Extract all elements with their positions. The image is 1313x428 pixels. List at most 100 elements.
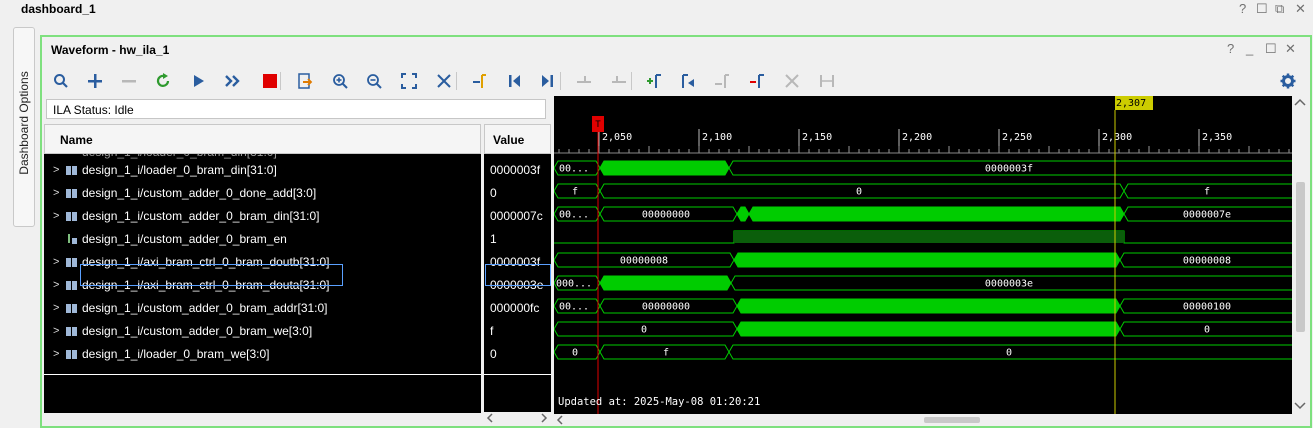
signal-name: design_1_i/custom_adder_0_bram_we[3:0] [82,324,313,338]
toolbar-separator [631,72,632,90]
close-icon[interactable]: ✕ [1295,1,1306,17]
panel-minimize-icon[interactable]: _ [1246,41,1253,56]
cursor-label: 2,307 [1116,98,1146,109]
expand-chevron-icon[interactable]: > [53,274,59,297]
bus-signal-icon [66,304,77,313]
waveform-canvas[interactable]: 2,050 2,100 2,150 2,200 2,250 2,300 2,350 00..… [554,96,1292,414]
ruler-tick-label: 2,300 [1102,132,1132,143]
toolbar-separator [280,72,281,90]
value-hscrollbar[interactable] [484,412,551,424]
search-icon[interactable] [49,69,73,93]
run-trigger-icon[interactable] [186,69,210,93]
signal-value[interactable]: 000000fc [490,297,539,320]
signal-name-row[interactable]: > design_1_i/custom_adder_0_bram_addr[31:… [44,297,481,320]
marker-range-icon[interactable] [815,69,839,93]
expand-chevron-icon[interactable]: > [53,297,59,320]
name-list-empty-area [44,374,481,413]
bus-signal-icon [66,327,77,336]
bit-high-fill [734,231,1124,243]
expand-chevron-icon[interactable]: > [53,182,59,205]
remove-icon[interactable] [117,69,141,93]
signal-value[interactable]: 0 [490,182,497,205]
stop-icon[interactable] [258,69,282,93]
signal-value[interactable]: f [490,320,493,343]
signal-value[interactable]: 0000003f [490,159,540,182]
expand-chevron-icon[interactable]: > [53,320,59,343]
wave-value-label: 0 [1006,348,1012,359]
goto-cursor-icon[interactable] [467,69,491,93]
prev-transition-icon[interactable] [572,69,596,93]
signal-name-row[interactable]: > design_1_i/custom_adder_0_bram_we[3:0] [44,320,481,343]
waveform-vscrollbar[interactable] [1292,96,1308,424]
float-icon[interactable]: ⧉ [1275,1,1284,17]
add-marker-icon[interactable] [642,69,666,93]
wave-value-label: 0000003e [985,279,1033,290]
bus-segment [599,275,732,291]
value-column-header[interactable]: Value [484,124,551,154]
wave-value-label: 00000008 [620,256,668,267]
signal-name: design_1_i/custom_adder_0_bram_en [82,232,287,246]
next-marker-icon[interactable] [710,69,734,93]
signal-value[interactable]: 0000007c [490,205,543,228]
signal-name-row[interactable]: > design_1_i/custom_adder_0_bram_din[31:0… [44,205,481,228]
zoom-out-icon[interactable] [362,69,386,93]
signal-name-list: design_1_i/loader_0_bram_din[31:0] > desi… [44,154,481,410]
bus-signal-icon [66,212,77,221]
next-transition-icon[interactable] [607,69,631,93]
goto-end-icon[interactable] [536,69,560,93]
wave-value-label: 00000008 [1183,256,1231,267]
ruler-tick-label: 2,050 [602,132,632,143]
signal-name-row[interactable]: > design_1_i/loader_0_bram_we[3:0] [44,343,481,366]
refresh-icon[interactable] [152,69,176,93]
bus-segment [736,206,750,222]
expand-chevron-icon[interactable]: > [53,343,59,366]
export-icon[interactable] [293,69,317,93]
signal-value[interactable]: 1 [490,228,497,251]
wave-value-label: f [572,187,578,198]
add-icon[interactable] [83,69,107,93]
signal-name-row[interactable]: > design_1_i/custom_adder_0_done_add[3:0] [44,182,481,205]
bus-signal-icon [66,281,77,290]
restore-icon[interactable]: ☐ [1256,1,1268,17]
prev-marker-icon[interactable] [676,69,700,93]
settings-icon[interactable] [1276,69,1300,93]
zoom-in-icon[interactable] [328,69,352,93]
wave-value-label: 000... [556,279,592,290]
panel-help-icon[interactable]: ? [1227,41,1234,56]
signal-name-row[interactable]: > design_1_i/loader_0_bram_din[31:0] [44,159,481,182]
toolbar-separator [560,72,561,90]
expand-chevron-icon[interactable]: > [53,251,59,274]
selection-outline [485,264,551,286]
toolbar [42,66,1308,96]
goto-start-icon[interactable] [502,69,526,93]
selection-outline [80,264,343,286]
value-list-empty-area [484,374,551,413]
delete-marker-icon[interactable] [780,69,804,93]
run-immediate-icon[interactable] [220,69,244,93]
zoom-fit-icon[interactable] [397,69,421,93]
wave-value-label: 00000100 [1183,302,1231,313]
waveform-hscrollbar[interactable] [554,414,1292,425]
name-column-header[interactable]: Name [44,124,481,154]
cursor-swap-icon[interactable] [432,69,456,93]
dashboard-options-tab[interactable]: Dashboard Options [13,27,35,227]
swap-cursors-icon[interactable] [745,69,769,93]
panel-maximize-icon[interactable]: ☐ [1265,41,1277,57]
dashboard-title: dashboard_1 [21,2,96,16]
dashboard-options-label: Dashboard Options [17,71,31,175]
signal-name-row[interactable]: design_1_i/custom_adder_0_bram_en [44,228,481,251]
ruler-tick-label: 2,250 [1002,132,1032,143]
help-icon[interactable]: ? [1239,1,1246,16]
wave-value-label: 00... [559,164,589,175]
panel-close-icon[interactable]: ✕ [1285,41,1296,57]
expand-chevron-icon[interactable]: > [53,205,59,228]
bus-segment [736,321,1121,337]
expand-chevron-icon[interactable]: > [53,159,59,182]
wave-value-label: 00... [559,210,589,221]
wave-value-label: 00000000 [642,210,690,221]
bus-segment [733,252,1121,268]
trigger-marker-label: T [595,120,601,130]
waveform-title: Waveform - hw_ila_1 [51,43,170,57]
signal-value[interactable]: 0 [490,343,497,366]
bus-segment [748,206,1125,222]
